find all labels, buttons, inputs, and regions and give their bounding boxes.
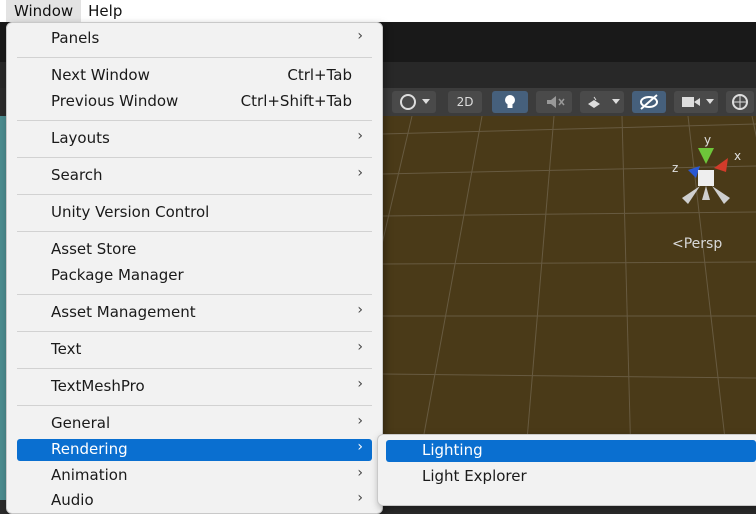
menu-bar: Window Help xyxy=(0,0,756,22)
gizmo-axis-x: x xyxy=(734,149,741,163)
menu-item-audio[interactable]: Audio › xyxy=(17,489,372,513)
gizmo-axis-z: z xyxy=(672,161,678,175)
chevron-right-icon: › xyxy=(357,165,363,181)
menu-item-layouts[interactable]: Layouts › xyxy=(17,127,372,151)
menu-divider xyxy=(17,368,372,369)
projection-label[interactable]: <Persp xyxy=(672,236,722,252)
shortcut-label: Ctrl+Tab xyxy=(287,66,352,84)
shortcut-label: Ctrl+Shift+Tab xyxy=(240,92,352,110)
chevron-right-icon: › xyxy=(357,439,363,455)
audio-mute-icon[interactable] xyxy=(536,91,572,113)
menu-divider xyxy=(17,120,372,121)
camera-icon[interactable] xyxy=(674,91,718,113)
submenu-item-light-explorer[interactable]: Light Explorer xyxy=(386,466,756,488)
chevron-right-icon: › xyxy=(357,28,363,44)
menu-item-previous-window[interactable]: Previous Window Ctrl+Shift+Tab xyxy=(17,90,372,114)
menu-item-rendering[interactable]: Rendering › xyxy=(17,439,372,461)
menu-item-asset-management[interactable]: Asset Management › xyxy=(17,301,372,325)
menu-item-next-window[interactable]: Next Window Ctrl+Tab xyxy=(17,64,372,88)
rendering-submenu: Lighting Light Explorer xyxy=(377,434,756,506)
render-mode-icon[interactable] xyxy=(392,91,436,113)
menu-divider xyxy=(17,57,372,58)
menu-divider xyxy=(17,194,372,195)
menu-item-package-manager[interactable]: Package Manager xyxy=(17,264,372,288)
chevron-right-icon: › xyxy=(357,465,363,481)
menu-divider xyxy=(17,331,372,332)
menu-divider xyxy=(17,157,372,158)
lighting-toggle-icon[interactable] xyxy=(492,91,528,113)
menubar-window[interactable]: Window xyxy=(6,0,82,22)
menu-item-search[interactable]: Search › xyxy=(17,164,372,188)
menu-item-general[interactable]: General › xyxy=(17,412,372,436)
chevron-right-icon: › xyxy=(357,413,363,429)
chevron-right-icon: › xyxy=(357,376,363,392)
menu-item-panels[interactable]: Panels › xyxy=(17,27,372,51)
menu-divider xyxy=(17,231,372,232)
menu-item-unity-version-control[interactable]: Unity Version Control xyxy=(17,201,372,225)
chevron-right-icon: › xyxy=(357,339,363,355)
window-menu: Panels › Next Window Ctrl+Tab Previous W… xyxy=(6,22,383,514)
menubar-help[interactable]: Help xyxy=(81,0,129,22)
mode-2d-button[interactable]: 2D xyxy=(448,91,482,113)
menu-item-animation[interactable]: Animation › xyxy=(17,464,372,488)
visibility-icon[interactable] xyxy=(632,91,666,113)
submenu-item-lighting[interactable]: Lighting xyxy=(386,440,756,462)
gizmo-icon[interactable] xyxy=(726,91,754,113)
chevron-right-icon: › xyxy=(357,302,363,318)
chevron-right-icon: › xyxy=(357,128,363,144)
orientation-gizmo[interactable]: y x z xyxy=(664,128,756,220)
menu-item-text[interactable]: Text › xyxy=(17,338,372,362)
menu-item-textmeshpro[interactable]: TextMeshPro › xyxy=(17,375,372,399)
scene-toolbar: 2D xyxy=(382,88,756,117)
chevron-right-icon: › xyxy=(357,490,363,506)
effects-icon[interactable] xyxy=(580,91,624,113)
gizmo-axis-y: y xyxy=(704,133,711,147)
menu-divider xyxy=(17,405,372,406)
menu-item-asset-store[interactable]: Asset Store xyxy=(17,238,372,262)
menu-divider xyxy=(17,294,372,295)
